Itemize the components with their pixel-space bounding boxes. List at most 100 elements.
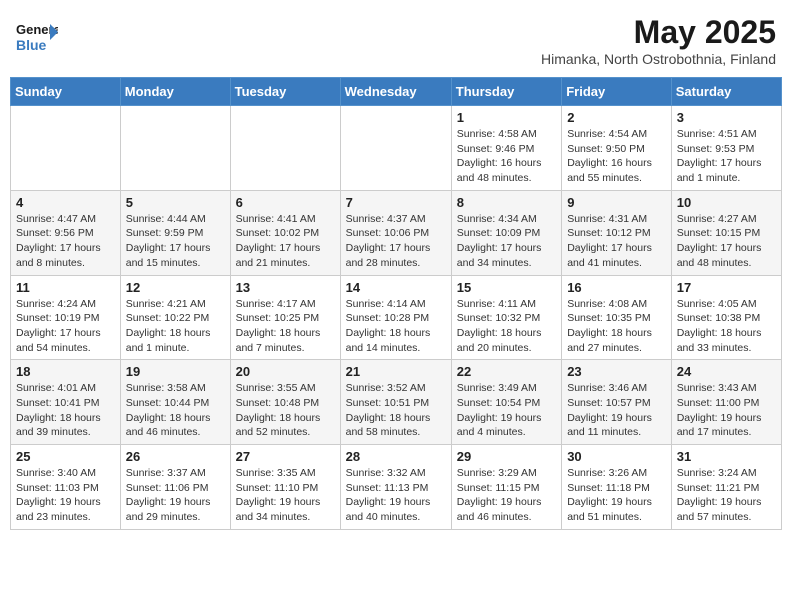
calendar-cell: 31 Sunrise: 3:24 AM Sunset: 11:21 PM Dayl… — [671, 445, 781, 530]
calendar-cell: 27 Sunrise: 3:35 AM Sunset: 11:10 PM Dayl… — [230, 445, 340, 530]
day-info: Sunrise: 3:43 AM Sunset: 11:00 PM Daylig… — [677, 381, 776, 440]
svg-text:Blue: Blue — [16, 37, 47, 53]
calendar-cell: 26 Sunrise: 3:37 AM Sunset: 11:06 PM Dayl… — [120, 445, 230, 530]
day-number: 7 — [346, 195, 446, 210]
calendar-cell: 18 Sunrise: 4:01 AM Sunset: 10:41 PM Dayl… — [11, 360, 121, 445]
day-number: 12 — [126, 280, 225, 295]
day-number: 11 — [16, 280, 115, 295]
day-info: Sunrise: 4:08 AM Sunset: 10:35 PM Daylig… — [567, 297, 666, 356]
day-number: 27 — [236, 449, 335, 464]
day-info: Sunrise: 4:11 AM Sunset: 10:32 PM Daylig… — [457, 297, 556, 356]
calendar-cell: 17 Sunrise: 4:05 AM Sunset: 10:38 PM Dayl… — [671, 275, 781, 360]
day-number: 15 — [457, 280, 556, 295]
day-number: 25 — [16, 449, 115, 464]
day-number: 14 — [346, 280, 446, 295]
day-number: 13 — [236, 280, 335, 295]
day-number: 20 — [236, 364, 335, 379]
day-number: 3 — [677, 110, 776, 125]
calendar-cell: 10Sunrise: 4:27 AM Sunset: 10:15 PM Dayl… — [671, 190, 781, 275]
weekday-header-wednesday: Wednesday — [340, 78, 451, 106]
day-info: Sunrise: 4:14 AM Sunset: 10:28 PM Daylig… — [346, 297, 446, 356]
day-info: Sunrise: 3:40 AM Sunset: 11:03 PM Daylig… — [16, 466, 115, 525]
day-info: Sunrise: 4:31 AM Sunset: 10:12 PM Daylig… — [567, 212, 666, 271]
logo: General Blue — [16, 14, 58, 56]
day-info: Sunrise: 3:26 AM Sunset: 11:18 PM Daylig… — [567, 466, 666, 525]
day-info: Sunrise: 4:37 AM Sunset: 10:06 PM Daylig… — [346, 212, 446, 271]
day-number: 24 — [677, 364, 776, 379]
day-number: 10 — [677, 195, 776, 210]
day-info: Sunrise: 4:01 AM Sunset: 10:41 PM Daylig… — [16, 381, 115, 440]
calendar-cell: 9Sunrise: 4:31 AM Sunset: 10:12 PM Dayli… — [562, 190, 672, 275]
day-info: Sunrise: 4:41 AM Sunset: 10:02 PM Daylig… — [236, 212, 335, 271]
calendar-cell: 7 Sunrise: 4:37 AM Sunset: 10:06 PM Dayli… — [340, 190, 451, 275]
calendar-cell: 16 Sunrise: 4:08 AM Sunset: 10:35 PM Dayl… — [562, 275, 672, 360]
calendar-cell: 3 Sunrise: 4:51 AM Sunset: 9:53 PM Daylig… — [671, 106, 781, 191]
day-number: 28 — [346, 449, 446, 464]
weekday-header-sunday: Sunday — [11, 78, 121, 106]
calendar-cell — [340, 106, 451, 191]
calendar-header-row: SundayMondayTuesdayWednesdayThursdayFrid… — [11, 78, 782, 106]
day-number: 6 — [236, 195, 335, 210]
day-number: 22 — [457, 364, 556, 379]
month-title: May 2025 — [541, 14, 776, 51]
page-header: General Blue May 2025 Himanka, North Ost… — [10, 10, 782, 71]
day-info: Sunrise: 4:47 AM Sunset: 9:56 PM Dayligh… — [16, 212, 115, 271]
weekday-header-tuesday: Tuesday — [230, 78, 340, 106]
calendar-cell: 21 Sunrise: 3:52 AM Sunset: 10:51 PM Dayl… — [340, 360, 451, 445]
calendar-body: 1Sunrise: 4:58 AM Sunset: 9:46 PM Daylig… — [11, 106, 782, 530]
day-number: 23 — [567, 364, 666, 379]
calendar-week-2: 4 Sunrise: 4:47 AM Sunset: 9:56 PM Daylig… — [11, 190, 782, 275]
calendar-cell — [120, 106, 230, 191]
calendar-cell: 4 Sunrise: 4:47 AM Sunset: 9:56 PM Daylig… — [11, 190, 121, 275]
calendar-cell: 14 Sunrise: 4:14 AM Sunset: 10:28 PM Dayl… — [340, 275, 451, 360]
calendar-week-5: 25 Sunrise: 3:40 AM Sunset: 11:03 PM Dayl… — [11, 445, 782, 530]
calendar-cell: 20 Sunrise: 3:55 AM Sunset: 10:48 PM Dayl… — [230, 360, 340, 445]
day-info: Sunrise: 4:44 AM Sunset: 9:59 PM Dayligh… — [126, 212, 225, 271]
day-number: 21 — [346, 364, 446, 379]
calendar-cell: 23Sunrise: 3:46 AM Sunset: 10:57 PM Dayl… — [562, 360, 672, 445]
day-info: Sunrise: 4:51 AM Sunset: 9:53 PM Dayligh… — [677, 127, 776, 186]
calendar-cell: 25 Sunrise: 3:40 AM Sunset: 11:03 PM Dayl… — [11, 445, 121, 530]
weekday-header-thursday: Thursday — [451, 78, 561, 106]
day-info: Sunrise: 3:37 AM Sunset: 11:06 PM Daylig… — [126, 466, 225, 525]
day-info: Sunrise: 4:58 AM Sunset: 9:46 PM Dayligh… — [457, 127, 556, 186]
calendar-cell: 2Sunrise: 4:54 AM Sunset: 9:50 PM Daylig… — [562, 106, 672, 191]
day-number: 26 — [126, 449, 225, 464]
calendar-cell: 1Sunrise: 4:58 AM Sunset: 9:46 PM Daylig… — [451, 106, 561, 191]
day-number: 31 — [677, 449, 776, 464]
calendar-cell: 11 Sunrise: 4:24 AM Sunset: 10:19 PM Dayl… — [11, 275, 121, 360]
calendar-cell: 24 Sunrise: 3:43 AM Sunset: 11:00 PM Dayl… — [671, 360, 781, 445]
calendar-cell: 28 Sunrise: 3:32 AM Sunset: 11:13 PM Dayl… — [340, 445, 451, 530]
day-info: Sunrise: 3:32 AM Sunset: 11:13 PM Daylig… — [346, 466, 446, 525]
day-info: Sunrise: 3:35 AM Sunset: 11:10 PM Daylig… — [236, 466, 335, 525]
calendar-cell: 13Sunrise: 4:17 AM Sunset: 10:25 PM Dayl… — [230, 275, 340, 360]
day-info: Sunrise: 3:52 AM Sunset: 10:51 PM Daylig… — [346, 381, 446, 440]
day-info: Sunrise: 3:24 AM Sunset: 11:21 PM Daylig… — [677, 466, 776, 525]
day-info: Sunrise: 4:54 AM Sunset: 9:50 PM Dayligh… — [567, 127, 666, 186]
day-info: Sunrise: 4:24 AM Sunset: 10:19 PM Daylig… — [16, 297, 115, 356]
day-info: Sunrise: 3:29 AM Sunset: 11:15 PM Daylig… — [457, 466, 556, 525]
day-number: 17 — [677, 280, 776, 295]
day-number: 29 — [457, 449, 556, 464]
weekday-header-friday: Friday — [562, 78, 672, 106]
day-info: Sunrise: 3:58 AM Sunset: 10:44 PM Daylig… — [126, 381, 225, 440]
day-info: Sunrise: 4:34 AM Sunset: 10:09 PM Daylig… — [457, 212, 556, 271]
day-number: 16 — [567, 280, 666, 295]
day-info: Sunrise: 4:21 AM Sunset: 10:22 PM Daylig… — [126, 297, 225, 356]
day-info: Sunrise: 3:49 AM Sunset: 10:54 PM Daylig… — [457, 381, 556, 440]
calendar-cell: 29 Sunrise: 3:29 AM Sunset: 11:15 PM Dayl… — [451, 445, 561, 530]
day-info: Sunrise: 3:55 AM Sunset: 10:48 PM Daylig… — [236, 381, 335, 440]
day-number: 18 — [16, 364, 115, 379]
day-number: 30 — [567, 449, 666, 464]
day-number: 4 — [16, 195, 115, 210]
calendar-cell: 19Sunrise: 3:58 AM Sunset: 10:44 PM Dayl… — [120, 360, 230, 445]
calendar-week-3: 11 Sunrise: 4:24 AM Sunset: 10:19 PM Dayl… — [11, 275, 782, 360]
weekday-header-monday: Monday — [120, 78, 230, 106]
calendar-cell: 15 Sunrise: 4:11 AM Sunset: 10:32 PM Dayl… — [451, 275, 561, 360]
calendar-cell: 8Sunrise: 4:34 AM Sunset: 10:09 PM Dayli… — [451, 190, 561, 275]
location-subtitle: Himanka, North Ostrobothnia, Finland — [541, 51, 776, 67]
calendar-cell — [11, 106, 121, 191]
calendar-cell: 30 Sunrise: 3:26 AM Sunset: 11:18 PM Dayl… — [562, 445, 672, 530]
weekday-header-saturday: Saturday — [671, 78, 781, 106]
day-info: Sunrise: 4:05 AM Sunset: 10:38 PM Daylig… — [677, 297, 776, 356]
